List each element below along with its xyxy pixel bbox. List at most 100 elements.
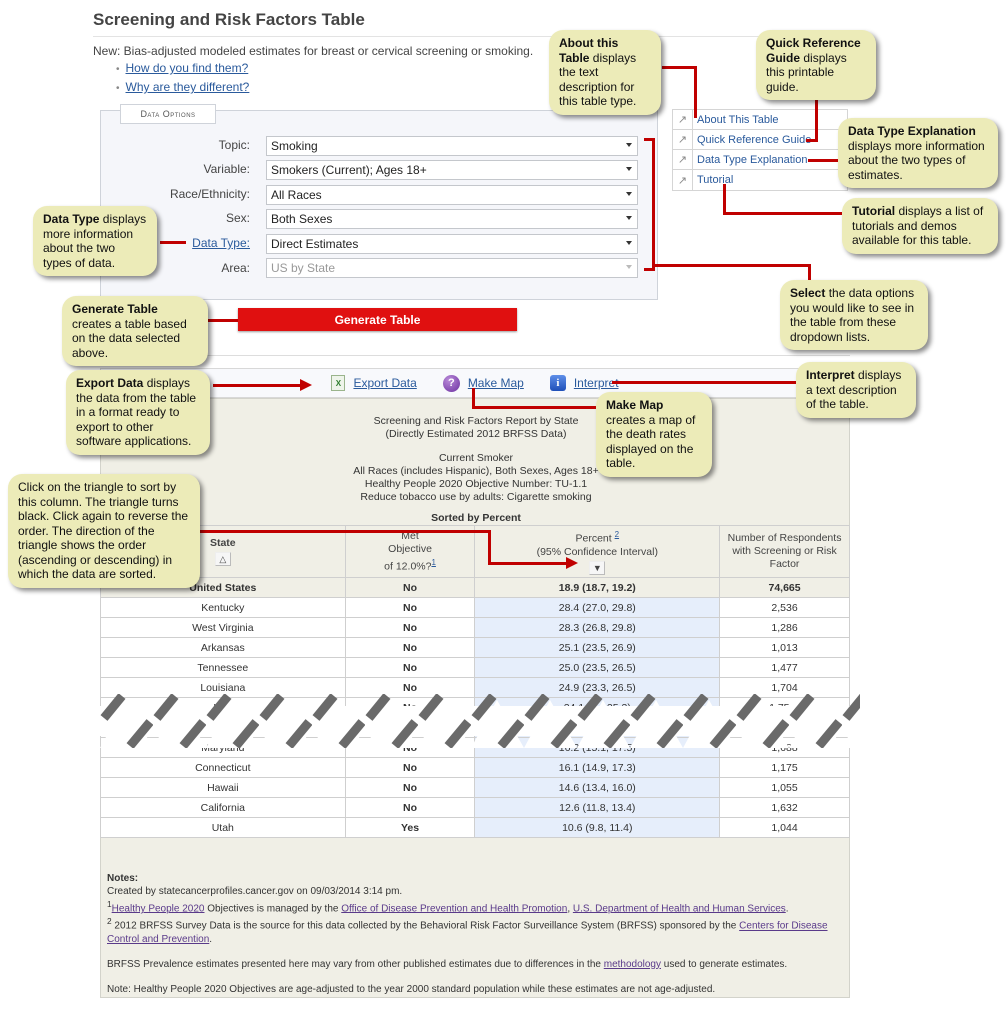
respondents-header-line1: Number of Respondents <box>727 532 842 544</box>
healthy-people-link[interactable]: Healthy People 2020 <box>112 903 205 914</box>
fn2-end: . <box>209 933 213 945</box>
share-arrow-icon: ↗ <box>673 149 693 170</box>
respondents-cell: 2,536 <box>719 597 850 618</box>
share-arrow-icon: ↗ <box>673 170 693 190</box>
table-row: Kentucky No 28.4 (27.0, 29.8) 2,536 <box>100 597 850 618</box>
new-estimates-note: New: Bias-adjusted modeled estimates for… <box>93 44 534 58</box>
chevron-down-icon <box>626 265 632 269</box>
state-cell: Arkansas <box>100 637 346 658</box>
sex-select[interactable]: Both Sexes <box>266 209 638 229</box>
notes-created: Created by statecancerprofiles.cancer.go… <box>107 886 403 897</box>
odphp-link[interactable]: Office of Disease Prevention and Health … <box>341 903 567 914</box>
export-data-link[interactable]: Export Data <box>353 376 416 390</box>
side-links-panel: ↗ About This Table ↗ Quick Reference Guide… <box>672 109 848 191</box>
percent-cell: 25.1 (23.5, 26.9) <box>474 637 721 658</box>
area-label: Area: <box>221 261 250 275</box>
area-select: US by State <box>266 258 638 278</box>
leader-line <box>472 388 475 408</box>
sex-value: Both Sexes <box>271 212 333 226</box>
data-type-link[interactable]: Data Type: <box>192 236 250 250</box>
met-objective-cell: No <box>344 657 476 678</box>
header-percent: Percent 2 (95% Confidence Interval) ▼ <box>474 525 721 578</box>
leader-line <box>488 530 491 565</box>
bracket-line <box>644 268 655 271</box>
callout-tutorial: Tutorial displays a list of tutorials an… <box>842 198 998 254</box>
report-title: Screening and Risk Factors Report by Sta… <box>373 415 579 427</box>
quick-reference-link[interactable]: Quick Reference Guide <box>693 134 811 146</box>
callout-data-type-explanation: Data Type Explanation displays more info… <box>838 118 998 188</box>
data-type-explanation-link[interactable]: Data Type Explanation <box>693 154 807 166</box>
tutorial-link[interactable]: Tutorial <box>693 174 733 186</box>
leader-line <box>694 66 697 118</box>
report-measure: Current Smoker <box>438 452 514 464</box>
make-map-link[interactable]: Make Map <box>468 376 524 390</box>
percent-cell: 25.0 (23.5, 26.5) <box>474 657 721 678</box>
side-link-tutorial[interactable]: ↗ Tutorial <box>673 170 847 190</box>
topic-label: Topic: <box>218 138 250 152</box>
topic-select[interactable]: Smoking <box>266 136 638 156</box>
footnote-2-link[interactable]: 2 <box>615 530 619 539</box>
leader-line <box>808 159 840 162</box>
met-header-line3: of 12.0%? <box>384 560 432 573</box>
respondents-cell: 74,665 <box>719 577 850 598</box>
results-table: State △ Met Objective of 12.0%?1 Percent… <box>100 525 850 838</box>
interpret-tool[interactable]: i Interpret <box>549 375 619 391</box>
table-row: Utah Yes 10.6 (9.8, 11.4) 1,044 <box>100 817 850 838</box>
respondents-cell: 1,013 <box>719 637 850 658</box>
side-link-about[interactable]: ↗ About This Table <box>673 109 847 130</box>
sort-percent-button[interactable]: ▼ <box>589 560 606 575</box>
respondents-cell: 1,055 <box>719 777 850 798</box>
fn2-text: 2012 BRFSS Survey Data is the source for… <box>111 920 740 932</box>
percent-cell: 16.1 (14.9, 17.3) <box>474 757 721 778</box>
met-objective-cell: No <box>344 797 476 818</box>
met-objective-cell: No <box>344 637 476 658</box>
percent-cell: 28.4 (27.0, 29.8) <box>474 597 721 618</box>
about-table-link[interactable]: About This Table <box>693 114 779 126</box>
footnote-1-link[interactable]: 1 <box>431 558 435 567</box>
brfss-note: BRFSS Prevalence estimates presented her… <box>107 958 843 971</box>
percent-header-line1: Percent <box>575 532 612 545</box>
side-link-quickref[interactable]: ↗ Quick Reference Guide <box>673 129 847 150</box>
footnote-1: 1Healthy People 2020 Objectives is manag… <box>107 899 789 915</box>
race-select[interactable]: All Races <box>266 185 638 205</box>
make-map-tool[interactable]: ? Make Map <box>442 374 524 392</box>
table-row: Hawaii No 14.6 (13.4, 16.0) 1,055 <box>100 777 850 798</box>
report-objective-number: Healthy People 2020 Objective Number: TU… <box>364 478 588 490</box>
table-row: Arkansas No 25.1 (23.5, 26.9) 1,013 <box>100 637 850 658</box>
area-value: US by State <box>271 261 336 275</box>
leader-line <box>160 241 186 244</box>
variable-select[interactable]: Smokers (Current); Ages 18+ <box>266 160 638 180</box>
callout-quick-reference: Quick Reference Guide displays this prin… <box>756 30 876 100</box>
report-population: All Races (includes Hispanic), Both Sexe… <box>353 465 599 477</box>
state-cell: Connecticut <box>100 757 346 778</box>
notes-section: Notes: Created by statecancerprofiles.ca… <box>100 868 850 1000</box>
bullet-item: • Why are they different? <box>116 78 249 96</box>
percent-cell: 10.6 (9.8, 11.4) <box>474 817 721 838</box>
state-cell: Utah <box>100 817 346 838</box>
help-map-icon: ? <box>442 374 460 392</box>
leader-line <box>472 406 598 409</box>
table-break-overlay <box>100 694 860 748</box>
share-arrow-icon: ↗ <box>673 129 693 150</box>
info-icon: i <box>549 375 566 391</box>
respondents-cell: 1,175 <box>719 757 850 778</box>
leader-line <box>723 212 843 215</box>
generate-table-button[interactable]: Generate Table <box>238 308 517 331</box>
state-cell: West Virginia <box>100 617 346 638</box>
chevron-down-icon <box>626 143 632 147</box>
why-different-link[interactable]: Why are they different? <box>126 80 250 94</box>
hhs-link[interactable]: U.S. Department of Health and Human Serv… <box>573 903 786 914</box>
table-row: Tennessee No 25.0 (23.5, 26.5) 1,477 <box>100 657 850 678</box>
met-objective-cell: No <box>344 597 476 618</box>
state-header-label: State <box>209 537 236 549</box>
export-data-tool[interactable]: X Export Data <box>331 375 417 391</box>
sort-state-button[interactable]: △ <box>214 552 231 566</box>
title-divider <box>93 36 853 37</box>
brfss-text-end: used to generate estimates. <box>661 958 788 970</box>
table-header-row: State △ Met Objective of 12.0%?1 Percent… <box>100 525 850 578</box>
percent-cell: 18.9 (18.7, 19.2) <box>474 577 721 598</box>
state-cell: Hawaii <box>100 777 346 798</box>
how-find-link[interactable]: How do you find them? <box>126 61 249 75</box>
methodology-link[interactable]: methodology <box>604 959 661 970</box>
data-type-select[interactable]: Direct Estimates <box>266 234 638 254</box>
